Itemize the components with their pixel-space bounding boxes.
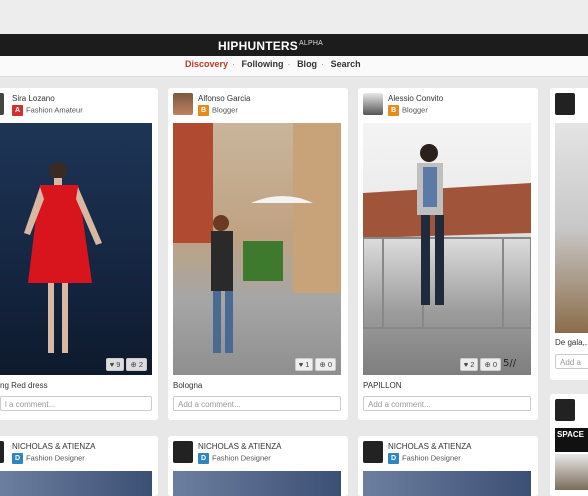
- outfit-photo[interactable]: [0, 471, 152, 496]
- svg-text:5//: 5//: [503, 358, 517, 369]
- avatar[interactable]: [173, 441, 193, 463]
- repin-icon: ⊕: [319, 360, 326, 369]
- heart-icon: ♥: [298, 360, 304, 369]
- photo-illustration: [24, 162, 102, 353]
- role-badge: A: [12, 105, 23, 116]
- comment-input[interactable]: l a comment...: [0, 396, 152, 411]
- like-count[interactable]: ♥ 2: [459, 358, 479, 371]
- feed-card: NICHOLAS & ATIENZA D Fashion Designer: [358, 436, 538, 496]
- photo-stats: ♥ 9 ⊕ 2: [105, 358, 147, 371]
- avatar[interactable]: [0, 441, 4, 463]
- avatar[interactable]: [363, 93, 383, 115]
- comment-input[interactable]: Add a comment...: [363, 396, 531, 411]
- outfit-photo[interactable]: [555, 123, 588, 333]
- feed-card: De gala,... Add a: [550, 88, 588, 380]
- outfit-photo[interactable]: [173, 471, 341, 496]
- main-nav: Discovery · Following · Blog · Search: [0, 56, 588, 77]
- card-caption: ng Red dress: [0, 381, 48, 390]
- like-count[interactable]: ♥ 9: [105, 358, 125, 371]
- card-caption: De gala,...: [555, 338, 588, 347]
- heart-icon: ♥: [463, 360, 469, 369]
- browser-top-strip: [0, 0, 588, 34]
- outfit-photo[interactable]: 5// ♥ 2 ⊕ 0: [363, 123, 531, 375]
- avatar[interactable]: [0, 93, 4, 115]
- nav-blog[interactable]: Blog: [297, 59, 317, 69]
- outfit-photo[interactable]: [363, 471, 531, 496]
- card-user-role: D Fashion Designer: [12, 453, 85, 464]
- avatar[interactable]: [555, 399, 575, 421]
- outfit-photo[interactable]: [555, 454, 588, 490]
- card-caption: PAPILLON: [363, 381, 402, 390]
- card-user-name[interactable]: Alessio Convito: [388, 94, 443, 103]
- comment-input[interactable]: Add a comment...: [173, 396, 341, 411]
- avatar[interactable]: [173, 93, 193, 115]
- role-badge: B: [198, 105, 209, 116]
- card-caption: Bologna: [173, 381, 203, 390]
- repin-count[interactable]: ⊕ 2: [126, 358, 147, 371]
- nav-discovery[interactable]: Discovery: [185, 59, 228, 69]
- outfit-photo[interactable]: ♥ 9 ⊕ 2: [0, 123, 152, 375]
- photo-illustration: 5//: [363, 144, 531, 369]
- card-user-name[interactable]: NICHOLAS & ATIENZA: [198, 442, 281, 451]
- feed-card: NICHOLAS & ATIENZA D Fashion Designer: [0, 436, 158, 496]
- card-user-name[interactable]: Alfonso Garcia: [198, 94, 250, 103]
- feed-card: NICHOLAS & ATIENZA D Fashion Designer: [168, 436, 348, 496]
- nav-search[interactable]: Search: [331, 59, 361, 69]
- photo-stats: ♥ 2 ⊕ 0: [459, 358, 501, 371]
- like-count[interactable]: ♥ 1: [294, 358, 314, 371]
- heart-icon: ♥: [109, 360, 115, 369]
- avatar[interactable]: [555, 93, 575, 115]
- ad-banner[interactable]: SPACE: [555, 428, 588, 452]
- role-badge: D: [198, 453, 209, 464]
- feed-card: Sira Lozano A Fashion Amateur ♥ 9 ⊕ 2 ng …: [0, 88, 158, 420]
- role-badge: B: [388, 105, 399, 116]
- card-user-role: D Fashion Designer: [388, 453, 461, 464]
- photo-stats: ♥ 1 ⊕ 0: [294, 358, 336, 371]
- brand-logo[interactable]: HIPHUNTERSALPHA: [218, 39, 323, 53]
- feed-card: Alfonso Garcia B Blogger ♥ 1 ⊕ 0 Bologna …: [168, 88, 348, 420]
- comment-input[interactable]: Add a: [555, 354, 588, 369]
- outfit-photo[interactable]: ♥ 1 ⊕ 0: [173, 123, 341, 375]
- repin-icon: ⊕: [130, 360, 137, 369]
- card-user-role: B Blogger: [198, 105, 238, 116]
- avatar[interactable]: [363, 441, 383, 463]
- site-header: HIPHUNTERSALPHA: [0, 34, 588, 56]
- card-user-name[interactable]: NICHOLAS & ATIENZA: [12, 442, 95, 451]
- role-badge: D: [12, 453, 23, 464]
- photo-illustration: [173, 123, 341, 353]
- repin-count[interactable]: ⊕ 0: [315, 358, 336, 371]
- repin-icon: ⊕: [484, 360, 491, 369]
- card-user-name[interactable]: Sira Lozano: [12, 94, 55, 103]
- role-badge: D: [388, 453, 399, 464]
- feed-card: SPACE: [550, 394, 588, 496]
- card-user-role: A Fashion Amateur: [12, 105, 83, 116]
- card-user-role: D Fashion Designer: [198, 453, 271, 464]
- repin-count[interactable]: ⊕ 0: [480, 358, 501, 371]
- nav-following[interactable]: Following: [242, 59, 284, 69]
- card-user-role: B Blogger: [388, 105, 428, 116]
- feed-card: Alessio Convito B Blogger 5// ♥ 2 ⊕ 0 PAP…: [358, 88, 538, 420]
- card-user-name[interactable]: NICHOLAS & ATIENZA: [388, 442, 471, 451]
